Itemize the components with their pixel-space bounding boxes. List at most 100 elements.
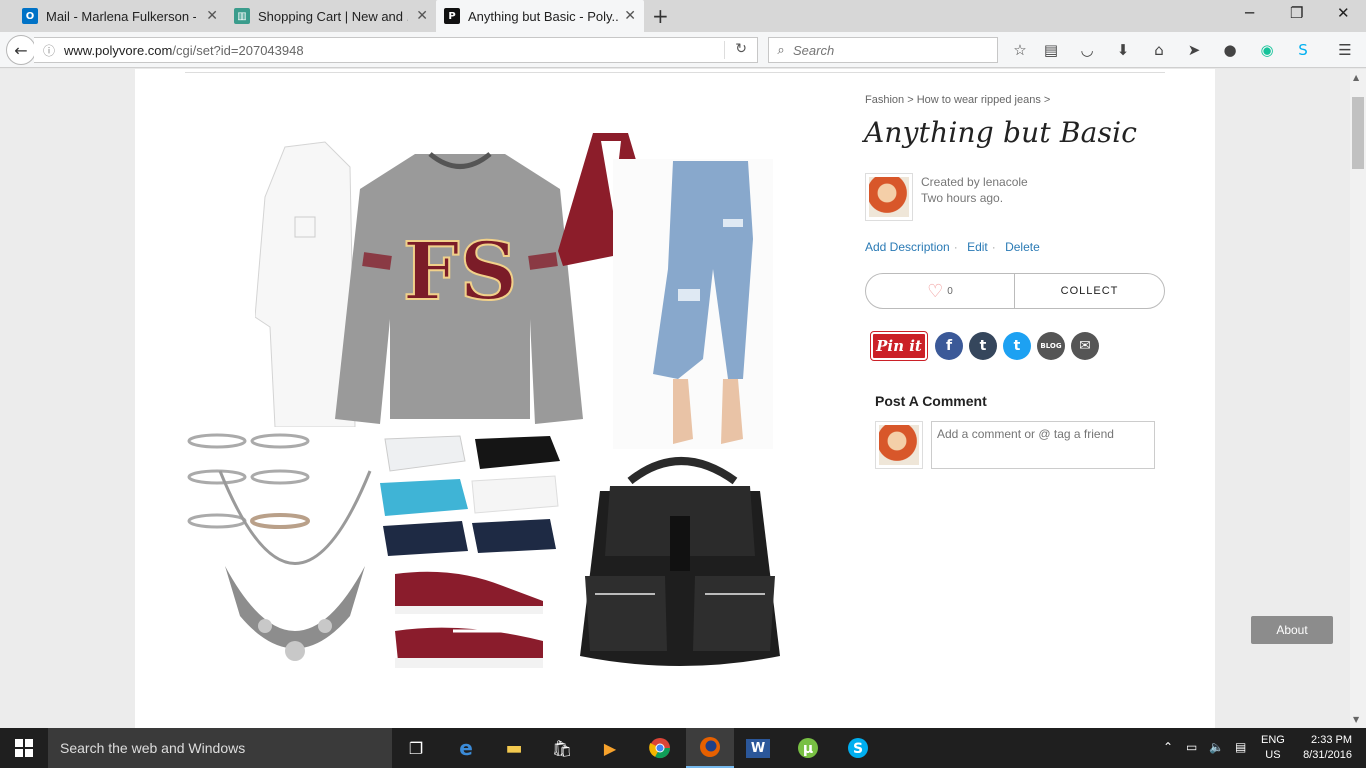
show-hidden-icons-icon[interactable]: ⌃ <box>1163 740 1173 754</box>
restore-icon[interactable]: ❐ <box>1290 4 1303 22</box>
action-separator: · <box>991 240 996 254</box>
twitter-icon[interactable]: t <box>1003 332 1031 360</box>
taskbar-search-box[interactable]: Search the web and Windows <box>48 728 392 768</box>
email-icon[interactable]: ✉ <box>1071 332 1099 360</box>
like-button[interactable]: ♡ 0 <box>866 274 1015 308</box>
pinterest-pin-button[interactable]: Pin it <box>870 331 928 361</box>
notifications-icon[interactable]: ▤ <box>1235 740 1246 754</box>
breadcrumb-ripped-jeans-link[interactable]: How to wear ripped jeans <box>917 94 1041 106</box>
task-view-icon[interactable]: ❐ <box>392 728 440 768</box>
utorrent-icon[interactable]: µ <box>784 728 832 768</box>
file-explorer-icon[interactable]: ▬ <box>490 728 538 768</box>
facebook-icon[interactable]: f <box>935 332 963 360</box>
tab-strip: O Mail - Marlena Fulkerson -... ✕ ▥ Shop… <box>0 0 1366 32</box>
breadcrumb: Fashion > How to wear ripped jeans > <box>865 94 1050 106</box>
created-time-text: Two hours ago. <box>921 191 1004 205</box>
svg-text:µ: µ <box>803 741 813 757</box>
divider <box>724 41 725 59</box>
divider <box>185 72 1165 73</box>
blog-icon[interactable]: BLOG <box>1037 332 1065 360</box>
black-backpack-item[interactable] <box>575 446 787 671</box>
downloads-icon[interactable]: ⬇ <box>1113 40 1133 60</box>
region-code: US <box>1265 749 1281 761</box>
web-page: FS Fashion > How to wear ripped jeans > … <box>0 69 1350 728</box>
scrollbar-thumb[interactable] <box>1352 97 1364 169</box>
send-icon[interactable]: ➤ <box>1184 40 1204 60</box>
language-indicator[interactable]: ENG US <box>1261 733 1285 763</box>
tab-title: Mail - Marlena Fulkerson -... <box>46 8 196 24</box>
bookmark-star-icon[interactable]: ☆ <box>1010 40 1030 60</box>
breadcrumb-fashion-link[interactable]: Fashion <box>865 94 904 106</box>
search-input[interactable] <box>793 42 983 58</box>
close-tab-icon[interactable]: ✕ <box>416 8 428 24</box>
site-info-icon[interactable]: ⓘ <box>34 42 64 59</box>
shop-icon: ▥ <box>234 8 250 24</box>
comment-input[interactable] <box>931 421 1155 469</box>
statement-necklace-item[interactable] <box>210 466 380 681</box>
windows-start-icon[interactable] <box>0 728 48 768</box>
chrome-icon[interactable] <box>636 728 684 768</box>
chat-icon[interactable]: ● <box>1220 40 1240 60</box>
tumblr-icon[interactable]: t <box>969 332 997 360</box>
home-icon[interactable]: ⌂ <box>1149 40 1169 60</box>
burgundy-sneakers-item[interactable] <box>393 566 548 676</box>
new-tab-button[interactable]: + <box>652 4 669 28</box>
firefox-icon[interactable] <box>686 728 734 768</box>
search-bar[interactable]: ⌕ <box>768 37 998 63</box>
outlook-icon: O <box>22 8 38 24</box>
close-tab-icon[interactable]: ✕ <box>206 8 218 24</box>
delete-link[interactable]: Delete <box>1005 240 1040 254</box>
ripped-jeans-item[interactable] <box>613 159 773 449</box>
minimize-icon[interactable]: ─ <box>1245 4 1254 22</box>
collect-button[interactable]: COLLECT <box>1015 274 1164 308</box>
pocket-icon[interactable]: ◡ <box>1077 40 1097 60</box>
reading-list-icon[interactable]: ▤ <box>1041 40 1061 60</box>
like-count: 0 <box>947 285 953 297</box>
tab-title: Anything but Basic - Poly... <box>468 8 618 24</box>
windows-taskbar: Search the web and Windows ❐ e ▬ 🛍 ▶ W µ… <box>0 728 1366 768</box>
add-description-link[interactable]: Add Description <box>865 240 950 254</box>
address-bar[interactable]: ⓘ www.polyvore.com/cgi/set?id=207043948 … <box>34 37 758 63</box>
scroll-down-icon[interactable]: ▼ <box>1353 715 1359 724</box>
close-window-icon[interactable]: ✕ <box>1337 4 1350 22</box>
page-title: Anything but Basic <box>864 116 1138 149</box>
tab-anything-but-basic[interactable]: P Anything but Basic - Poly... ✕ <box>436 0 644 32</box>
word-icon[interactable]: W <box>734 728 782 768</box>
skype-icon[interactable]: S <box>1293 40 1313 60</box>
created-by-text[interactable]: Created by lenacole <box>921 174 1028 190</box>
creator-info: Created by lenacole Two hours ago. <box>921 174 1028 206</box>
menu-icon[interactable]: ☰ <box>1335 40 1355 60</box>
svg-text:S: S <box>853 741 863 757</box>
fsu-sweatshirt-item[interactable]: FS <box>335 149 585 429</box>
power-icon[interactable]: ▭ <box>1186 740 1197 754</box>
creator-avatar[interactable] <box>865 173 913 221</box>
collage[interactable]: FS <box>185 131 795 681</box>
clock-date: 8/31/2016 <box>1303 749 1352 761</box>
close-tab-icon[interactable]: ✕ <box>624 8 636 24</box>
clock[interactable]: 2:33 PM 8/31/2016 <box>1296 733 1352 763</box>
store-icon[interactable]: 🛍 <box>538 728 586 768</box>
scroll-up-icon[interactable]: ▲ <box>1353 73 1359 82</box>
share-buttons: Pin it f t t BLOG ✉ <box>870 331 1105 361</box>
media-player-icon[interactable]: ▶ <box>586 728 634 768</box>
skype-taskbar-icon[interactable]: S <box>834 728 882 768</box>
edit-link[interactable]: Edit <box>967 240 988 254</box>
polyvore-icon: P <box>444 8 460 24</box>
page-scrollbar[interactable]: ▲ ▼ <box>1350 69 1366 728</box>
avatar-image <box>879 425 919 465</box>
tab-mail[interactable]: O Mail - Marlena Fulkerson -... ✕ <box>14 0 226 32</box>
svg-text:FS: FS <box>403 224 518 318</box>
language-code: ENG <box>1261 734 1285 746</box>
back-arrow-icon[interactable]: ← <box>6 35 36 65</box>
edge-icon[interactable]: e <box>442 728 490 768</box>
like-collect-group: ♡ 0 COLLECT <box>865 273 1165 309</box>
novelty-socks-item[interactable] <box>380 431 570 556</box>
url-text: www.polyvore.com/cgi/set?id=207043948 <box>64 42 304 58</box>
reload-icon[interactable]: ↻ <box>735 41 747 57</box>
about-button[interactable]: About <box>1251 616 1333 644</box>
heart-icon: ♡ <box>927 280 944 302</box>
grammarly-icon[interactable]: ◉ <box>1257 40 1277 60</box>
tab-shopping-cart[interactable]: ▥ Shopping Cart | New and ... ✕ <box>226 0 436 32</box>
search-icon: ⌕ <box>777 42 785 58</box>
volume-icon[interactable]: 🔈 <box>1209 740 1224 754</box>
